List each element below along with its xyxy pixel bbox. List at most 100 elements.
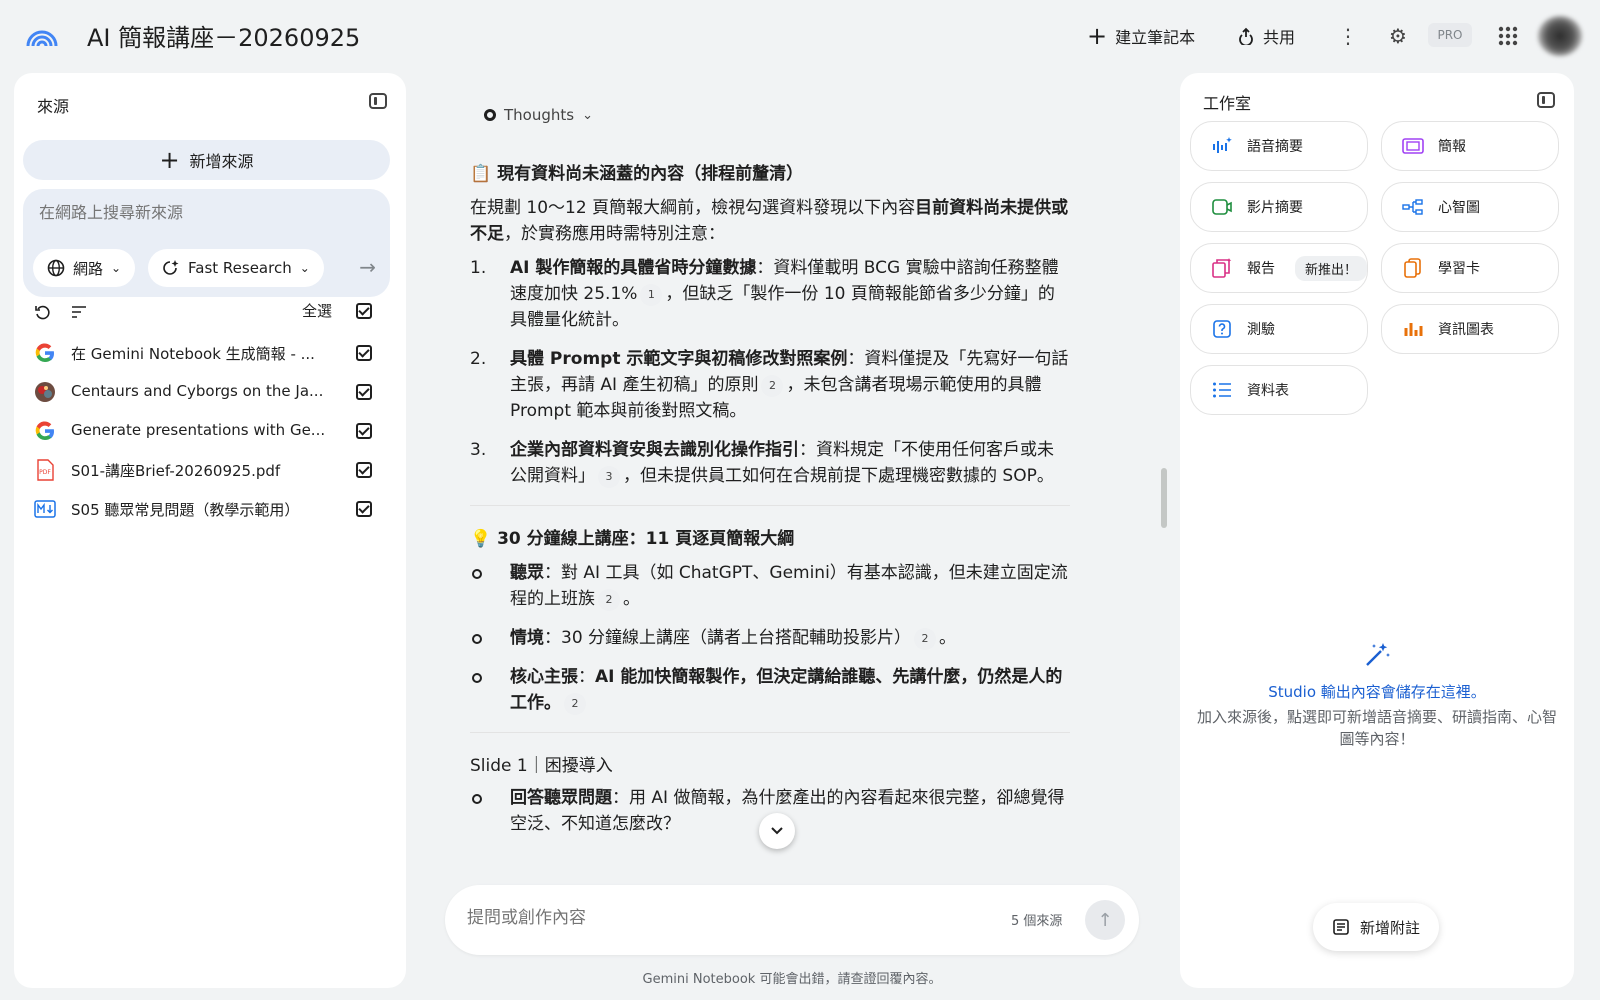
bullet-icon — [472, 634, 482, 644]
source-count: 5 個來源 — [1011, 914, 1063, 929]
source-checkbox[interactable] — [356, 423, 372, 439]
web-scope-dropdown[interactable]: 網路 ⌄ — [33, 249, 136, 287]
web-chip-label: 網路 — [73, 259, 104, 278]
data-table-icon — [1211, 379, 1233, 401]
source-item[interactable]: Centaurs and Cyborgs on the Ja... — [34, 377, 374, 407]
citation-chip[interactable]: 2 — [914, 628, 937, 650]
source-item-label: S01-講座Brief-20260925.pdf — [71, 462, 281, 480]
studio-tile-infographic[interactable]: 資訊圖表 — [1381, 304, 1559, 354]
citation-chip[interactable]: 3 — [598, 466, 620, 488]
web-search-input[interactable] — [39, 203, 369, 222]
refresh-sync-icon[interactable] — [34, 303, 52, 321]
chevron-down-icon: ⌄ — [111, 261, 122, 275]
studio-title: 工作室 — [1203, 94, 1252, 113]
collapse-panel-icon[interactable] — [1537, 92, 1555, 108]
list-item: 核心主張：AI 能加快簡報製作，但決定講給誰聽、先講什麼，仍然是人的工作。 2 — [470, 664, 1070, 716]
citation-chip[interactable]: 1 — [640, 284, 663, 306]
plus-icon: + — [159, 146, 180, 174]
source-item-label: S05 聽眾常見問題（教學示範用） — [71, 501, 300, 519]
list-item: 2. 具體 Prompt 示範文字與初稿修改對照案例：資料僅提及「先寫好一句話主… — [470, 346, 1070, 424]
sources-panel: 來源 + 新增來源 網路 ⌄ Fast Research ⌄ → 全選 在 Ge… — [14, 73, 406, 988]
research-chip-label: Fast Research — [188, 259, 292, 277]
add-source-label: 新增來源 — [189, 152, 254, 171]
tile-label: 心智圖 — [1438, 200, 1480, 216]
list-item: 情境：30 分鐘線上講座（講者上台搭配輔助投影片） 2。 — [470, 625, 1070, 651]
studio-tile-report[interactable]: 報告 新推出！ — [1190, 243, 1368, 293]
citation-chip[interactable]: 2 — [598, 589, 620, 611]
list-item: 1. AI 製作簡報的具體省時分鐘數據：資料僅載明 BCG 實驗中諮詢任務整體速… — [470, 255, 1070, 333]
citation-chip[interactable]: 2 — [761, 375, 784, 397]
studio-tile-slides[interactable]: 簡報 — [1381, 121, 1559, 171]
google-icon — [34, 420, 56, 442]
note-icon — [1333, 919, 1349, 935]
source-item[interactable]: S05 聽眾常見問題（教學示範用） — [34, 494, 374, 524]
studio-tile-audio-overview[interactable]: 語音摘要 — [1190, 121, 1368, 171]
quiz-icon — [1211, 318, 1233, 340]
add-note-label: 新增附註 — [1359, 918, 1420, 937]
section-heading: 📋 現有資料尚未涵蓋的內容（排程前釐清） — [470, 164, 804, 184]
pro-badge: PRO — [1428, 23, 1472, 47]
settings-gear-icon[interactable]: ⚙ — [1384, 22, 1412, 50]
sort-filter-icon[interactable] — [71, 305, 87, 319]
prompt-input[interactable] — [467, 908, 967, 928]
item-bold: 核心主張 — [510, 667, 578, 687]
studio-empty-title: Studio 輸出內容會儲存在這裡。 — [1268, 683, 1486, 701]
infographic-icon — [1402, 318, 1424, 340]
source-checkbox[interactable] — [356, 462, 372, 478]
send-button[interactable]: ↑ — [1085, 900, 1125, 940]
add-source-button[interactable]: + 新增來源 — [23, 140, 390, 180]
source-item[interactable]: Generate presentations with Ge... — [34, 416, 374, 446]
source-item[interactable]: PDF S01-講座Brief-20260925.pdf — [34, 455, 374, 485]
item-text: ： — [578, 667, 595, 687]
new-badge: 新推出！ — [1295, 255, 1367, 281]
mind-map-icon — [1402, 196, 1424, 218]
select-all-checkbox[interactable] — [356, 303, 372, 319]
notebook-title[interactable]: AI 簡報講座－20260925 — [87, 18, 360, 53]
item-bold: AI 製作簡報的具體省時分鐘數據 — [510, 258, 757, 278]
svg-text:PDF: PDF — [39, 469, 51, 476]
item-bold: 情境 — [510, 628, 544, 648]
citation-chip[interactable]: 2 — [564, 693, 586, 715]
research-mode-dropdown[interactable]: Fast Research ⌄ — [148, 249, 324, 287]
source-checkbox[interactable] — [356, 345, 372, 361]
studio-tile-mind-map[interactable]: 心智圖 — [1381, 182, 1559, 232]
thoughts-toggle[interactable]: Thoughts ⌄ — [484, 106, 593, 124]
source-item-label: Centaurs and Cyborgs on the Ja... — [71, 382, 324, 400]
user-avatar[interactable] — [1538, 16, 1582, 56]
studio-tile-data-table[interactable]: 資料表 — [1190, 365, 1368, 415]
item-bold: 聽眾 — [510, 563, 544, 583]
item-bold: 企業內部資料資安與去識別化操作指引 — [510, 440, 799, 460]
source-item[interactable]: 在 Gemini Notebook 生成簡報 - ... — [34, 338, 374, 368]
item-text: 。 — [623, 589, 640, 609]
tile-label: 語音摘要 — [1247, 139, 1303, 155]
tile-label: 影片摘要 — [1247, 200, 1303, 216]
studio-empty-state: Studio 輸出內容會儲存在這裡。 加入來源後，點選即可新增語音摘要、研讀指南… — [1180, 641, 1574, 750]
collapse-panel-icon[interactable] — [369, 93, 387, 109]
share-button[interactable]: 共用 — [1237, 22, 1295, 50]
more-options-icon[interactable]: ⋮ — [1334, 22, 1362, 50]
divider — [470, 505, 1070, 506]
share-label: 共用 — [1263, 28, 1296, 47]
studio-tile-video-overview[interactable]: 影片摘要 — [1190, 182, 1368, 232]
thoughts-label: Thoughts — [504, 106, 575, 124]
chat-scrollbar[interactable] — [1161, 468, 1167, 528]
source-checkbox[interactable] — [356, 501, 372, 517]
plus-icon: + — [1087, 22, 1108, 50]
flashcards-icon — [1402, 257, 1424, 279]
chevron-down-icon: ⌄ — [582, 107, 593, 123]
sparkle-search-icon — [163, 260, 179, 275]
submit-arrow-icon[interactable]: → — [359, 255, 376, 279]
divider — [470, 732, 1070, 733]
source-checkbox[interactable] — [356, 384, 372, 400]
chat-panel: Thoughts ⌄ 📋 現有資料尚未涵蓋的內容（排程前釐清） 在規劃 10～1… — [442, 73, 1142, 923]
studio-tile-quiz[interactable]: 測驗 — [1190, 304, 1368, 354]
add-note-button[interactable]: 新增附註 — [1313, 903, 1439, 951]
studio-tile-flashcards[interactable]: 學習卡 — [1381, 243, 1559, 293]
section-intro: 在規劃 10～12 頁簡報大綱前，檢視勾選資料發現以下內容目前資料尚未提供或不足… — [470, 195, 1070, 247]
create-notebook-button[interactable]: + 建立筆記本 — [1087, 22, 1195, 50]
notebook-logo-icon[interactable] — [26, 22, 58, 48]
scroll-to-bottom-button[interactable] — [759, 813, 795, 849]
source-item-label: Generate presentations with Ge... — [71, 421, 326, 439]
apps-grid-icon[interactable] — [1494, 22, 1522, 50]
studio-panel: 工作室 語音摘要 簡報 影片摘要 心智圖 報告 新推出！ 學習卡 測驗 資訊圖表… — [1180, 73, 1574, 988]
